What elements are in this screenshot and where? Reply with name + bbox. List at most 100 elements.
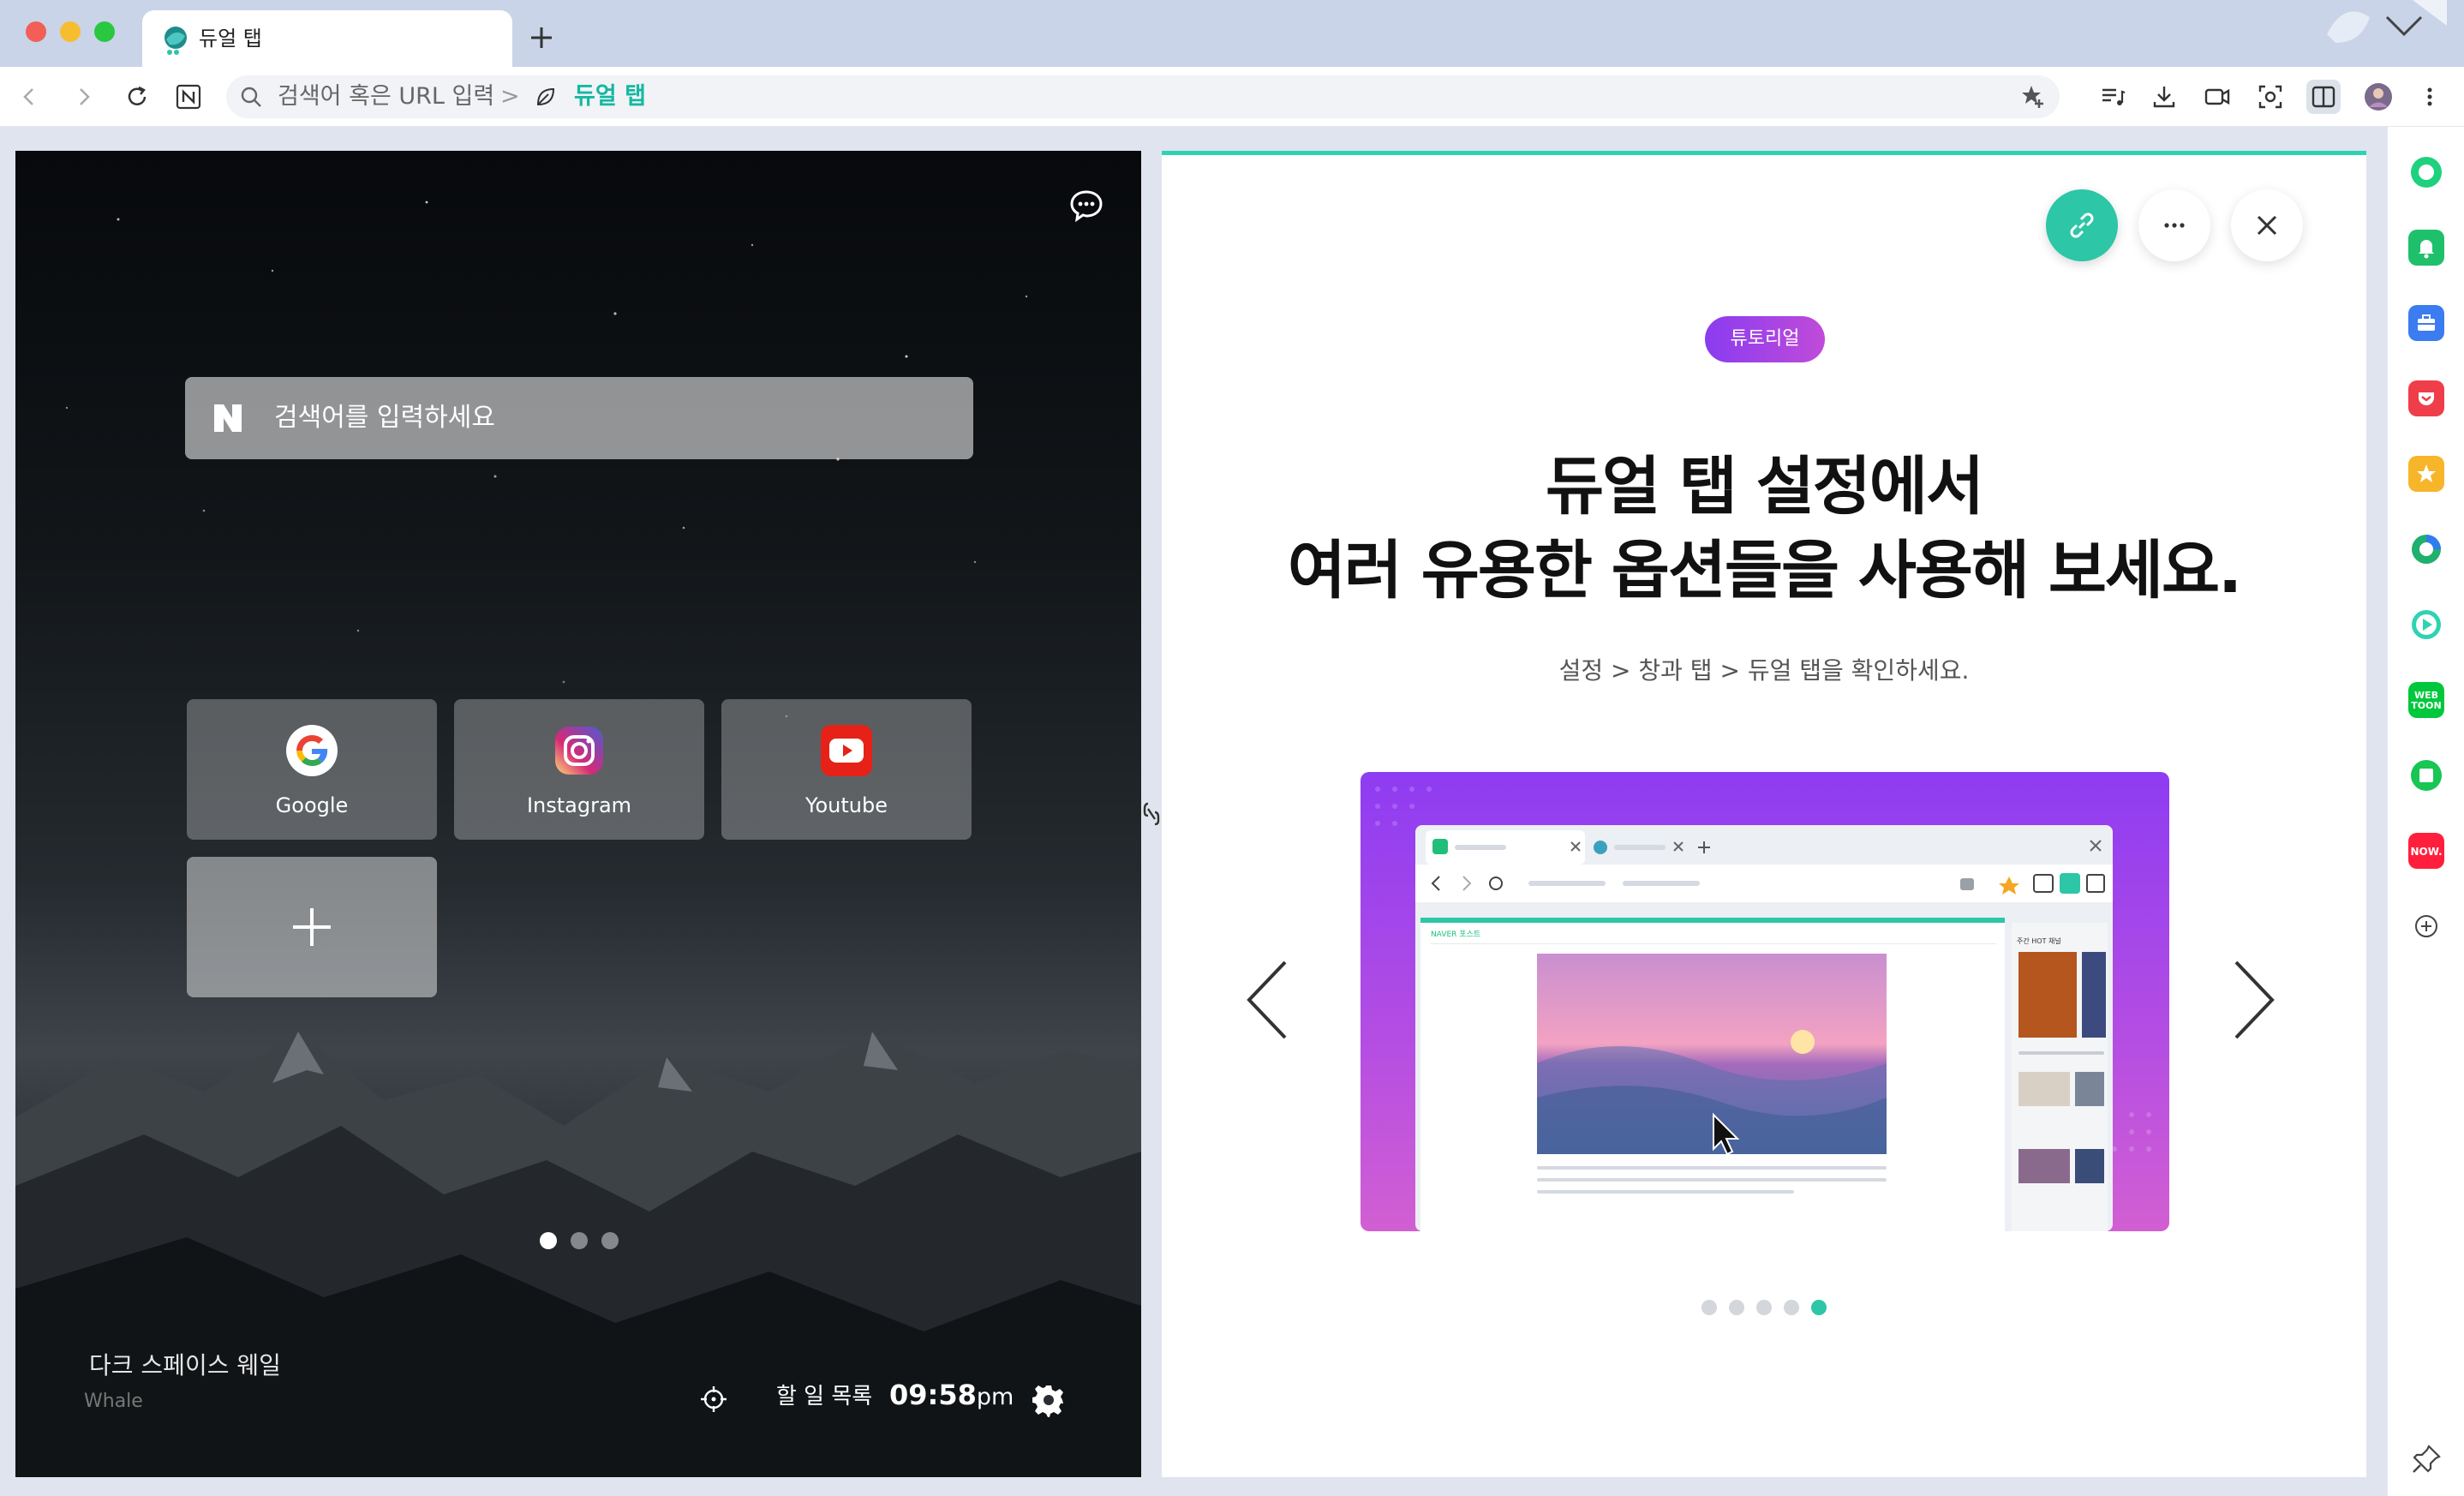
toolbar: 검색어 혹은 URL 입력 > 듀얼 탭 — [0, 67, 2464, 127]
sidebar: WEB TOON NOW. — [2387, 127, 2464, 1496]
leaf-icon — [536, 87, 555, 106]
todo-list-button[interactable]: 할 일 목록 — [776, 1381, 872, 1412]
tutorial-slide-image: NAVER 포스트 주간 HOT 채널 — [1361, 772, 2169, 1231]
split-view-icon — [2311, 86, 2335, 108]
pocket-icon — [2419, 392, 2434, 405]
pin-icon[interactable] — [2410, 1443, 2443, 1475]
back-button[interactable] — [12, 80, 46, 114]
youtube-icon — [821, 725, 872, 776]
instagram-icon — [555, 727, 603, 775]
capture-button[interactable] — [2253, 80, 2288, 114]
play-icon — [2412, 610, 2441, 639]
google-icon — [286, 725, 338, 776]
shortcut-pager — [540, 1232, 619, 1249]
forward-icon — [80, 88, 90, 105]
bell-icon — [2419, 240, 2434, 259]
plus-icon — [2415, 915, 2437, 937]
sidebar-item-player[interactable] — [2408, 607, 2444, 643]
close-icon — [2257, 215, 2277, 236]
playlist-button[interactable] — [2096, 80, 2130, 114]
search-icon — [241, 87, 261, 107]
shortcut-instagram[interactable]: Instagram — [454, 699, 704, 840]
dual-tab-button[interactable] — [2306, 80, 2341, 114]
address-separator: > — [500, 83, 520, 110]
now-icon: NOW. — [2410, 846, 2442, 858]
sidebar-item-work[interactable] — [2408, 305, 2444, 341]
theme-author: Whale — [84, 1391, 143, 1412]
browser-illustration: NAVER 포스트 주간 HOT 채널 — [1375, 787, 2151, 1231]
tutorial-badge: 튜토리얼 — [1705, 316, 1825, 362]
slide-dot-4[interactable] — [1784, 1300, 1799, 1315]
tab-dual-tab[interactable]: 듀얼 탭 — [142, 10, 512, 67]
right-pane-tutorial: 튜토리얼 듀얼 탭 설정에서 여러 유용한 옵션들을 사용해 보세요. 설정 >… — [1162, 151, 2366, 1477]
sidebar-item-alarm[interactable] — [2408, 230, 2444, 266]
shortcut-label: Google — [275, 793, 349, 817]
slide-dot-1[interactable] — [1701, 1300, 1717, 1315]
shortcut-youtube[interactable]: Youtube — [721, 699, 972, 840]
theme-name[interactable]: 다크 스페이스 웨일 — [89, 1350, 281, 1381]
pager-dot-2[interactable] — [571, 1232, 588, 1249]
split-resize-handle[interactable] — [1141, 797, 1162, 831]
shortcut-label: Instagram — [526, 793, 632, 817]
close-pane-button[interactable] — [2231, 189, 2303, 261]
sidebar-add-button[interactable] — [2408, 908, 2444, 944]
close-window-button[interactable] — [26, 21, 46, 42]
video-button[interactable] — [2200, 80, 2234, 114]
sidebar-item-pocket[interactable] — [2408, 380, 2444, 416]
pager-dot-3[interactable] — [601, 1232, 619, 1249]
copy-link-button[interactable] — [2046, 189, 2118, 261]
download-button[interactable] — [2147, 80, 2181, 114]
briefcase-icon — [2418, 314, 2435, 331]
headline-line-2: 여러 유용한 옵션들을 사용해 보세요. — [1287, 534, 2242, 607]
prev-slide-button[interactable] — [1242, 957, 1294, 1043]
back-icon — [23, 88, 33, 105]
forward-button[interactable] — [67, 80, 101, 114]
new-tab-button[interactable] — [524, 21, 559, 55]
slide-dot-2[interactable] — [1729, 1300, 1744, 1315]
sidebar-item-papago[interactable] — [2408, 531, 2444, 567]
naver-n-icon — [214, 404, 242, 432]
sidebar-item-now[interactable]: NOW. — [2408, 833, 2444, 869]
avatar — [2365, 83, 2392, 111]
bottom-strip — [0, 1477, 2387, 1496]
minimize-window-button[interactable] — [60, 21, 81, 42]
next-slide-button[interactable] — [2228, 957, 2279, 1043]
sidebar-item-favorites[interactable] — [2408, 456, 2444, 492]
left-pane-new-tab: 검색어를 입력하세요 Google Instagram Youtube 다크 스… — [15, 151, 1141, 1477]
capture-icon — [2258, 85, 2282, 109]
pager-dot-1[interactable] — [540, 1232, 557, 1249]
naver-home-button[interactable] — [171, 80, 206, 114]
playlist-icon — [2102, 88, 2126, 105]
sidebar-item-green[interactable] — [2408, 154, 2444, 190]
chat-icon[interactable] — [1068, 187, 1105, 224]
address-bar[interactable]: 검색어 혹은 URL 입력 > 듀얼 탭 — [226, 75, 2060, 118]
target-icon[interactable] — [699, 1385, 728, 1414]
profile-button[interactable] — [2361, 80, 2395, 114]
sidebar-item-webtoon[interactable]: WEB TOON — [2408, 682, 2444, 718]
reload-icon — [128, 86, 147, 105]
menu-button[interactable] — [2413, 80, 2447, 114]
sidebar-item-square[interactable] — [2408, 757, 2444, 793]
shortcut-google[interactable]: Google — [187, 699, 437, 840]
download-icon — [2153, 87, 2175, 108]
whale-corner-icon — [2327, 0, 2447, 43]
whale-icon — [164, 27, 187, 55]
naver-search-box[interactable]: 검색어를 입력하세요 — [185, 377, 973, 459]
zoom-window-button[interactable] — [94, 21, 115, 42]
reload-button[interactable] — [120, 80, 154, 114]
papago-icon — [2412, 535, 2441, 564]
clock-ampm: pm — [976, 1384, 1014, 1410]
clock-time: 09:58 — [889, 1379, 977, 1411]
title-bar: 듀얼 탭 — [0, 0, 2464, 67]
preview-side-title: 주간 HOT 채널 — [2017, 936, 2061, 945]
green-circle-icon — [2411, 157, 2442, 188]
slide-dot-3[interactable] — [1756, 1300, 1772, 1315]
svg-text:TOON: TOON — [2411, 700, 2441, 711]
address-page-name: 듀얼 탭 — [574, 83, 646, 110]
slide-dot-5[interactable] — [1811, 1300, 1827, 1315]
bookmark-star-icon[interactable] — [2018, 82, 2048, 111]
gear-icon[interactable] — [1032, 1383, 1066, 1417]
plus-icon — [293, 908, 331, 946]
more-options-button[interactable] — [2138, 189, 2210, 261]
add-shortcut-button[interactable] — [187, 857, 437, 997]
